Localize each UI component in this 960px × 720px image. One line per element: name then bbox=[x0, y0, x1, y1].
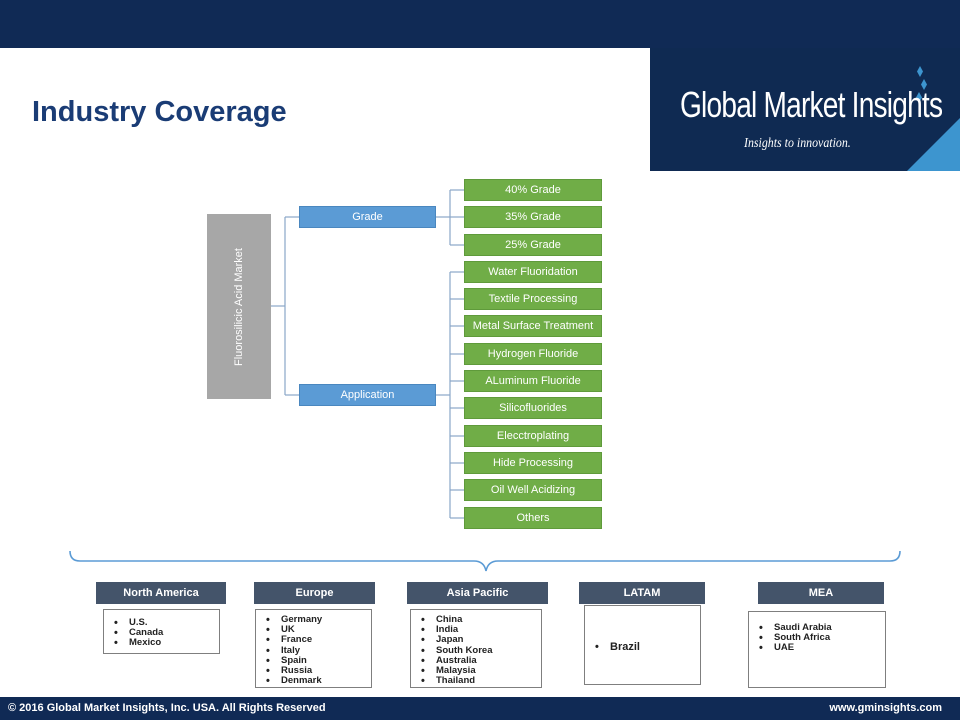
application-node: Application bbox=[299, 384, 436, 406]
region-header-latam: LATAM bbox=[579, 582, 705, 604]
region-list-mea: Saudi Arabia South Africa UAE bbox=[748, 611, 886, 688]
grade-leaf: 40% Grade bbox=[464, 179, 602, 201]
region-list-europe: Germany UK France Italy Spain Russia Den… bbox=[255, 609, 372, 688]
grade-leaf: 25% Grade bbox=[464, 234, 602, 256]
region-list-asia-pacific: China India Japan South Korea Australia … bbox=[410, 609, 542, 688]
country-item: Brazil bbox=[595, 641, 700, 652]
application-leaf: Silicofluorides bbox=[464, 397, 602, 419]
country-item: UAE bbox=[759, 643, 885, 654]
application-leaf: Elecctroplating bbox=[464, 425, 602, 447]
application-leaf: ALuminum Fluoride bbox=[464, 370, 602, 392]
region-header-mea: MEA bbox=[758, 582, 884, 604]
application-leaf: Water Fluoridation bbox=[464, 261, 602, 283]
root-node: Fluorosilicic Acid Market bbox=[207, 214, 271, 399]
application-leaf: Hide Processing bbox=[464, 452, 602, 474]
application-leaf: Hydrogen Fluoride bbox=[464, 343, 602, 365]
country-item: Mexico bbox=[114, 638, 219, 649]
country-item: Denmark bbox=[266, 676, 371, 687]
region-brace bbox=[69, 550, 901, 572]
region-header-asia-pacific: Asia Pacific bbox=[407, 582, 548, 604]
footer-website-link[interactable]: www.gminsights.com bbox=[829, 702, 942, 714]
grade-leaf: 35% Grade bbox=[464, 206, 602, 228]
grade-node: Grade bbox=[299, 206, 436, 228]
region-list-latam: Brazil bbox=[584, 605, 701, 685]
region-list-north-america: U.S. Canada Mexico bbox=[103, 609, 220, 654]
application-leaf: Others bbox=[464, 507, 602, 529]
root-node-label: Fluorosilicic Acid Market bbox=[233, 247, 246, 366]
region-header-europe: Europe bbox=[254, 582, 375, 604]
application-leaf: Oil Well Acidizing bbox=[464, 479, 602, 501]
footer-bar: © 2016 Global Market Insights, Inc. USA.… bbox=[0, 697, 960, 720]
footer-copyright: © 2016 Global Market Insights, Inc. USA.… bbox=[8, 702, 326, 714]
region-header-north-america: North America bbox=[96, 582, 226, 604]
application-leaf: Textile Processing bbox=[464, 288, 602, 310]
country-item: Thailand bbox=[421, 676, 541, 687]
application-leaf: Metal Surface Treatment bbox=[464, 315, 602, 337]
